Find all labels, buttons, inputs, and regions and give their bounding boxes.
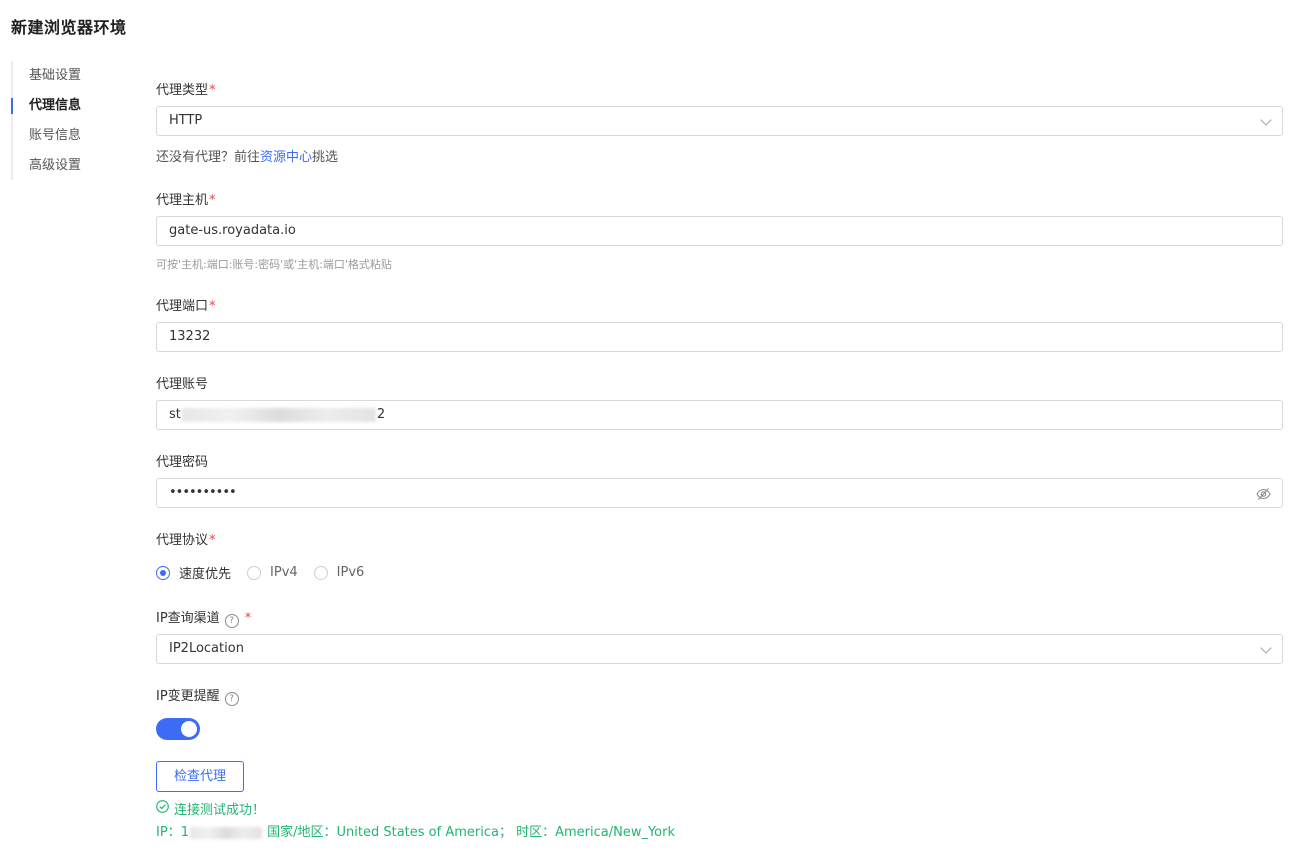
proxy-port-label: 代理端口*	[156, 295, 216, 314]
redacted-blur	[189, 826, 262, 839]
sidebar-item-account-info[interactable]: 账号信息	[13, 121, 113, 151]
help-icon[interactable]: ?	[224, 692, 239, 706]
radio-unchecked-icon	[313, 565, 328, 580]
required-mark: *	[244, 611, 252, 626]
hint-prefix: 还没有代理？前往	[156, 150, 261, 165]
radio-label: IPv4	[270, 565, 298, 580]
page-title: 新建浏览器环境	[11, 18, 127, 37]
radio-ipv4[interactable]: IPv4	[247, 565, 298, 580]
ip-change-alert-label-text: IP变更提醒	[156, 689, 220, 704]
radio-checked-icon	[156, 565, 170, 580]
proxy-port-label-text: 代理端口	[156, 299, 209, 314]
proxy-type-label: 代理类型*	[156, 79, 216, 98]
proxy-host-paste-hint: 可按'主机:端口:账号:密码'或'主机:端口'格式粘贴	[156, 258, 392, 271]
country-label: 国家/地区：	[267, 825, 337, 840]
connection-success-message: 连接测试成功！	[156, 799, 265, 818]
country-value: United States of America；	[336, 825, 512, 840]
proxy-password-input[interactable]: ••••••••••	[156, 478, 1283, 508]
resource-center-link[interactable]: 资源中心	[260, 150, 312, 165]
ip-channel-value: IP2Location	[169, 641, 244, 656]
proxy-resource-hint: 还没有代理？前往资源中心挑选	[156, 146, 338, 165]
ip-result-info: IP：1 国家/地区：United States of America； 时区：…	[156, 821, 675, 840]
required-mark: *	[209, 193, 216, 208]
radio-label: IPv6	[336, 565, 365, 580]
required-mark: *	[209, 83, 216, 98]
proxy-host-value: gate-us.royadata.io	[169, 223, 296, 238]
radio-ipv6[interactable]: IPv6	[313, 565, 365, 580]
proxy-host-label: 代理主机*	[156, 189, 216, 208]
proxy-protocol-radio-group: 速度优先 IPv4 IPv6	[156, 563, 380, 582]
ip-label: IP：	[156, 825, 181, 840]
radio-speed-first[interactable]: 速度优先	[156, 563, 231, 582]
sidebar-item-proxy-info[interactable]: 代理信息	[11, 91, 113, 121]
required-mark: *	[209, 533, 216, 548]
help-icon[interactable]: ?	[224, 614, 239, 628]
chevron-down-icon	[1260, 642, 1272, 654]
timezone-label: 时区：	[516, 825, 556, 840]
proxy-account-value: st 2	[169, 401, 385, 429]
check-proxy-button[interactable]: 检查代理	[156, 761, 244, 792]
toggle-knob	[181, 721, 197, 737]
proxy-account-input[interactable]: st 2	[156, 400, 1283, 430]
ip-channel-label: IP查询渠道? *	[156, 607, 251, 628]
proxy-protocol-label: 代理协议*	[156, 529, 216, 548]
ip-change-alert-toggle[interactable]	[156, 718, 200, 740]
account-prefix: st	[169, 407, 181, 422]
sidebar-nav: 基础设置 代理信息 账号信息 高级设置	[11, 61, 113, 180]
proxy-port-value: 13232	[169, 329, 211, 344]
sidebar-item-advanced-settings[interactable]: 高级设置	[13, 151, 113, 181]
sidebar-item-basic-settings[interactable]: 基础设置	[13, 61, 113, 91]
required-mark: *	[209, 299, 216, 314]
account-suffix: 2	[376, 407, 386, 422]
proxy-protocol-label-text: 代理协议	[156, 533, 209, 548]
proxy-type-select[interactable]: HTTP	[156, 106, 1283, 136]
hint-suffix: 挑选	[312, 150, 339, 165]
proxy-type-label-text: 代理类型	[156, 83, 209, 98]
ip-change-alert-label: IP变更提醒?	[156, 685, 239, 706]
proxy-host-input[interactable]: gate-us.royadata.io	[156, 216, 1283, 246]
proxy-password-label: 代理密码	[156, 455, 209, 470]
check-circle-icon	[156, 800, 174, 817]
chevron-down-icon	[1260, 114, 1272, 126]
eye-slash-icon[interactable]	[1256, 486, 1271, 505]
timezone-value: America/New_York	[555, 825, 676, 840]
radio-unchecked-icon	[247, 565, 262, 580]
proxy-account-label: 代理账号	[156, 377, 209, 392]
redacted-blur	[181, 407, 376, 422]
proxy-port-input[interactable]: 13232	[156, 322, 1283, 352]
proxy-host-label-text: 代理主机	[156, 193, 209, 208]
radio-label: 速度优先	[179, 567, 232, 582]
ip-channel-label-text: IP查询渠道	[156, 611, 220, 626]
proxy-type-value: HTTP	[169, 113, 203, 128]
ip-channel-select[interactable]: IP2Location	[156, 634, 1283, 664]
proxy-password-value: ••••••••••	[169, 485, 237, 500]
success-text: 连接测试成功！	[174, 803, 266, 818]
ip-prefix: 1	[180, 825, 189, 840]
